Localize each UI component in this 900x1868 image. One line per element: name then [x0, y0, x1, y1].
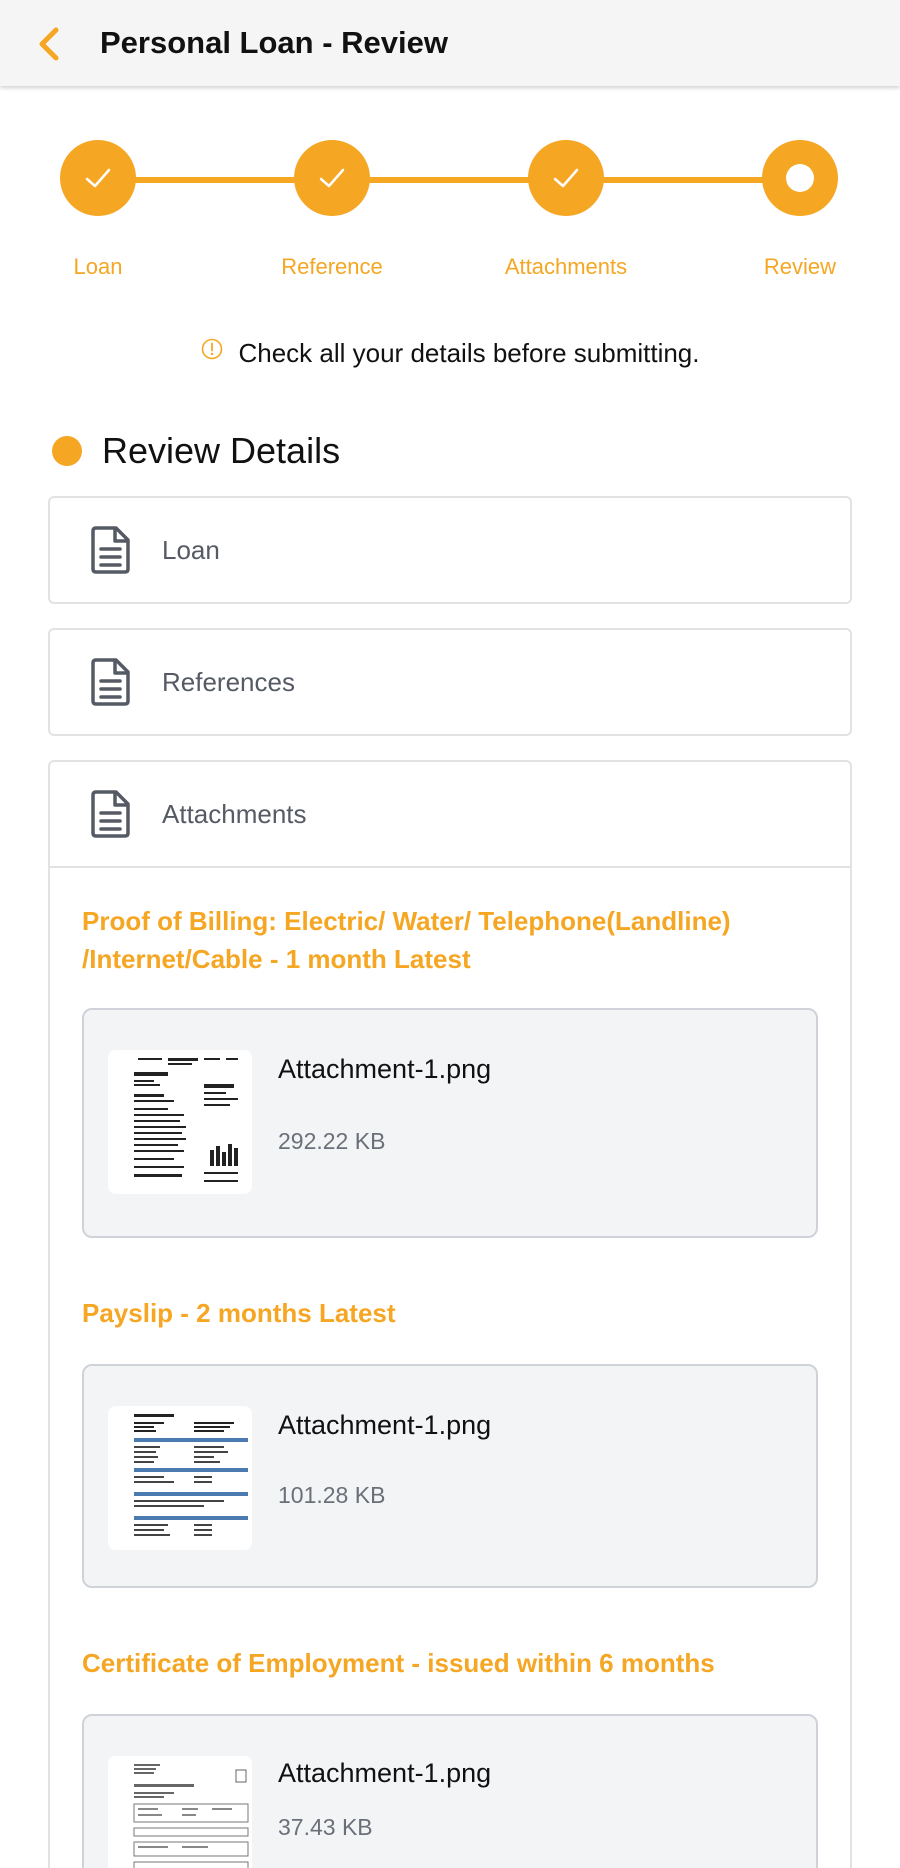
attachment-file-card[interactable]: Attachment-1.png 101.28 KB	[82, 1364, 818, 1588]
payslip-document-thumbnail	[108, 1406, 252, 1550]
back-button[interactable]	[30, 22, 70, 66]
attachments-list: Proof of Billing: Electric/ Water/ Telep…	[50, 866, 850, 1868]
attachment-thumbnail	[108, 1756, 252, 1868]
section-title: Review Details	[102, 430, 341, 471]
progress-stepper: Loan Reference Attachments Review	[0, 130, 900, 300]
step-reference-circle	[294, 140, 370, 216]
attachment-file-name: Attachment-1.png	[278, 1758, 492, 1788]
section-label-references: References	[162, 666, 295, 697]
attachment-file-size: 37.43 KB	[278, 1814, 373, 1840]
step-label-review: Review	[763, 254, 837, 279]
references-section-card[interactable]: References	[48, 628, 852, 736]
attachment-file-card[interactable]: Attachment-1.png 292.22 KB	[82, 1008, 818, 1238]
attachment-file-size: 101.28 KB	[278, 1482, 386, 1508]
review-notice: Check all your details before submitting…	[0, 338, 900, 369]
attachment-file-name: Attachment-1.png	[278, 1410, 492, 1440]
attachment-file-name: Attachment-1.png	[278, 1054, 492, 1084]
step-label-loan: Loan	[73, 254, 123, 279]
attachments-section-header[interactable]: Attachments	[50, 762, 850, 866]
attachment-file-card[interactable]: Attachment-1.png 37.43 KB	[82, 1714, 818, 1868]
attachment-group-title: Payslip - 2 months Latest	[82, 1298, 396, 1328]
section-label-attachments: Attachments	[162, 798, 307, 829]
check-icon	[85, 168, 111, 188]
step-attachments-circle	[528, 140, 604, 216]
step-review-circle	[762, 140, 838, 216]
certificate-document-thumbnail	[108, 1756, 252, 1868]
info-circle-icon	[202, 338, 223, 359]
step-label-attachments: Attachments	[504, 254, 628, 279]
check-icon	[319, 168, 345, 188]
loan-section-card[interactable]: Loan	[48, 496, 852, 604]
bill-document-thumbnail	[108, 1050, 252, 1194]
attachment-group-title: Certificate of Employment - issued withi…	[82, 1648, 715, 1678]
document-icon	[91, 526, 130, 574]
attachment-group-title: Proof of Billing: Electric/ Water/ Telep…	[82, 906, 731, 974]
step-loan-circle	[60, 140, 136, 216]
current-step-dot	[786, 164, 814, 192]
notice-text: Check all your details before submitting…	[238, 338, 700, 368]
step-label-reference: Reference	[281, 254, 383, 279]
attachment-thumbnail	[108, 1050, 252, 1194]
attachment-thumbnail	[108, 1406, 252, 1550]
section-label-loan: Loan	[162, 534, 220, 565]
check-icon	[553, 168, 579, 188]
stepper-track	[98, 177, 802, 183]
app-header: Personal Loan - Review	[0, 0, 900, 86]
attachment-file-size: 292.22 KB	[278, 1128, 386, 1154]
attachments-section-card: Attachments Proof of Billing: Electric/ …	[48, 760, 852, 1868]
review-details-heading: Review Details	[52, 430, 340, 472]
document-icon	[91, 658, 130, 706]
chevron-left-icon	[39, 27, 59, 61]
section-dot	[52, 436, 82, 466]
document-icon	[91, 790, 130, 838]
page-title: Personal Loan - Review	[100, 25, 448, 60]
